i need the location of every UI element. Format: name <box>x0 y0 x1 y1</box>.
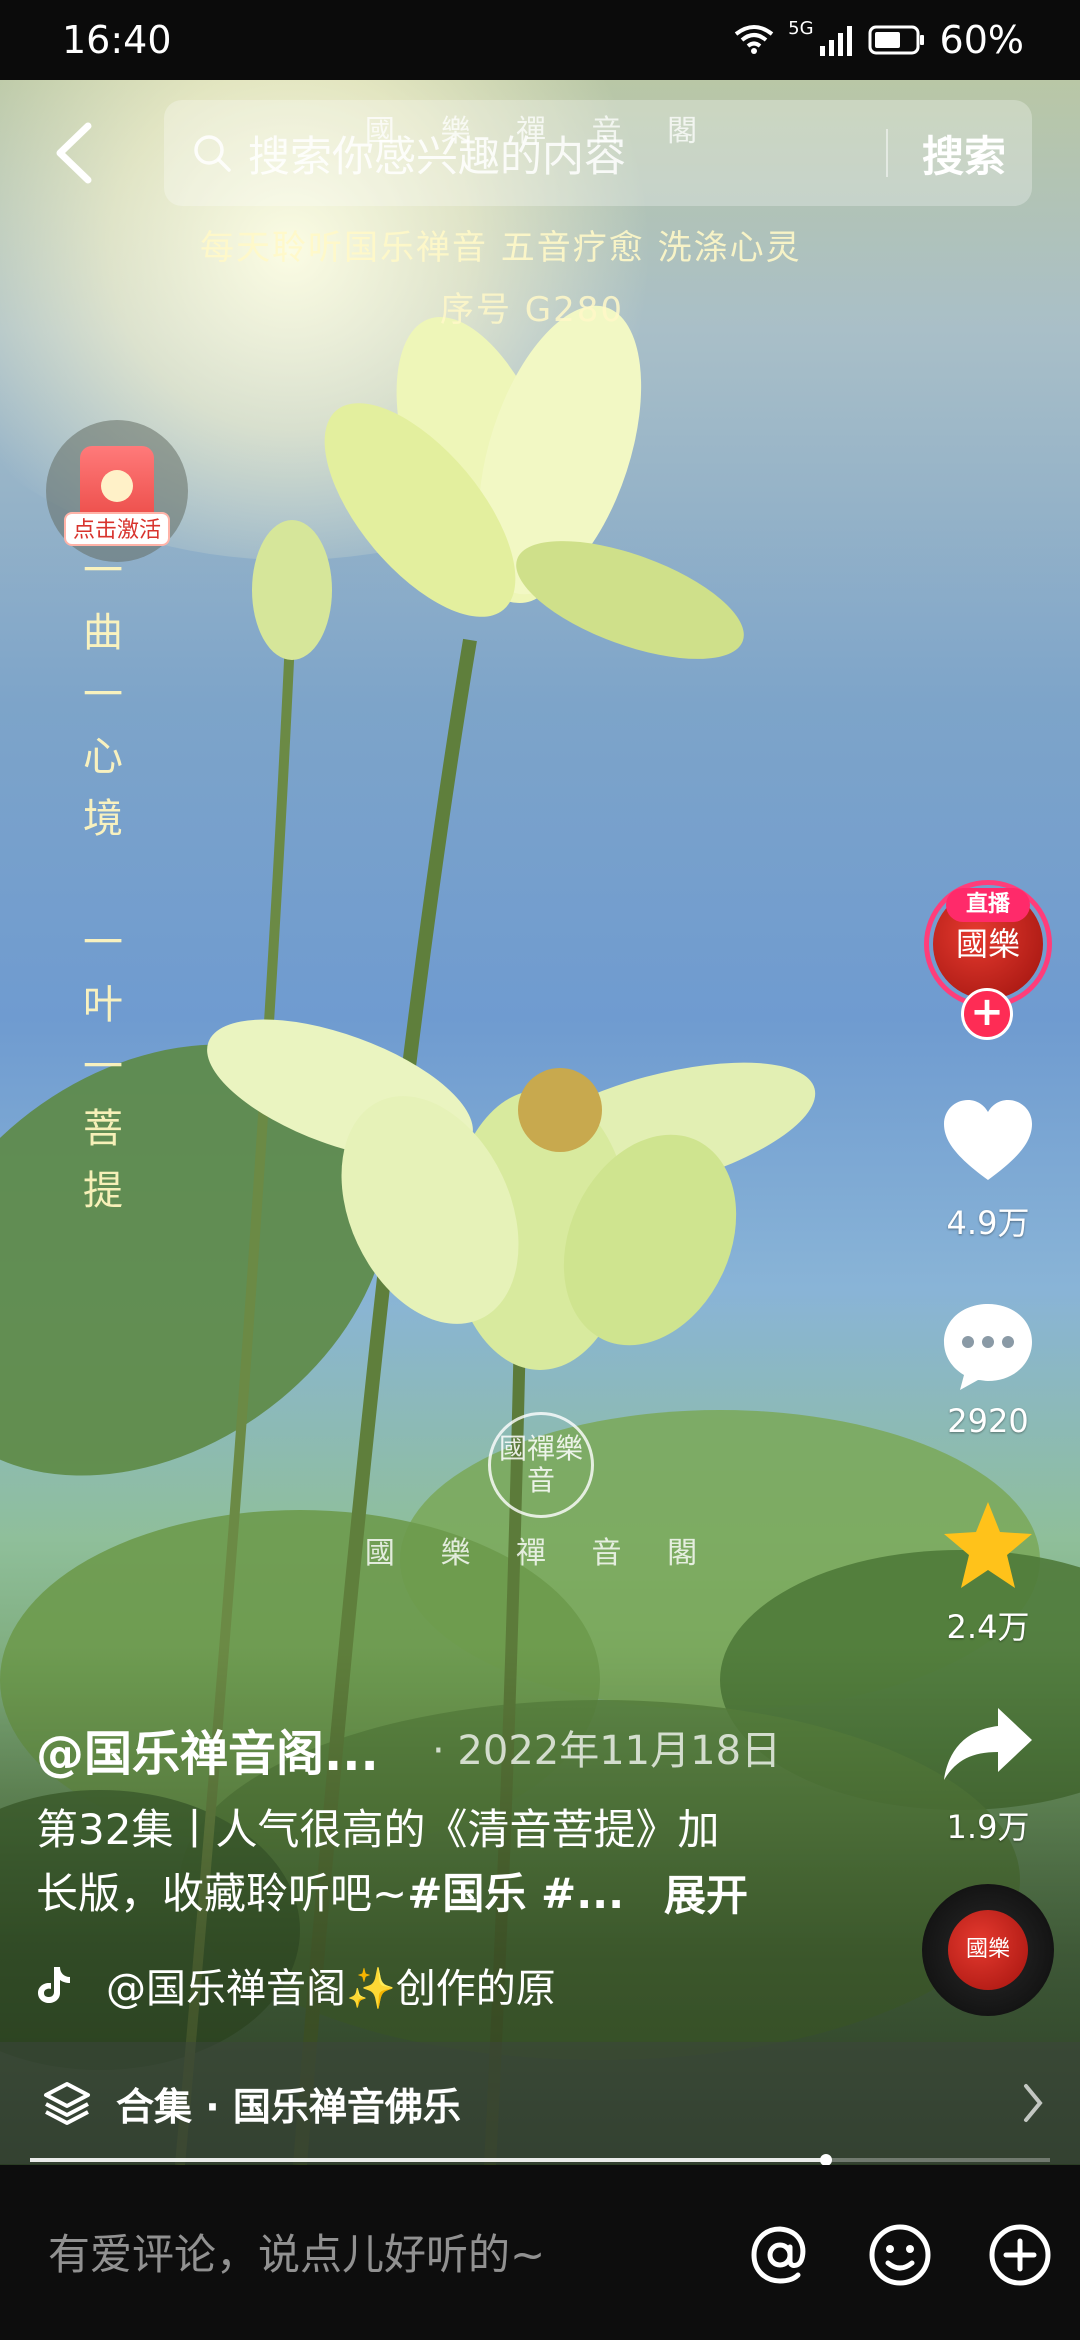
vertical-char: 菩 <box>83 1106 123 1152</box>
search-button[interactable]: 搜索 <box>922 123 1006 184</box>
favorite-count: 2.4万 <box>946 1608 1030 1646</box>
music-disc[interactable]: 國樂 <box>922 1884 1054 2016</box>
coin-icon <box>101 470 133 502</box>
video-progress-bar[interactable] <box>30 2154 1050 2166</box>
music-title: @国乐禅音阁✨创作的原 <box>106 1966 556 2012</box>
music-info[interactable]: @国乐禅音阁✨创作的原 <box>36 1956 556 2014</box>
wifi-icon <box>734 25 774 54</box>
live-badge: 直播 <box>946 888 1030 922</box>
comment-count: 2920 <box>947 1402 1029 1440</box>
search-bar[interactable]: 搜索你感兴趣的内容 搜索 <box>164 100 1032 206</box>
search-input[interactable]: 搜索你感兴趣的内容 <box>248 123 886 184</box>
follow-button[interactable]: + <box>961 988 1013 1040</box>
author-name[interactable]: @国乐禅音阁... <box>36 1714 379 1784</box>
status-indicators: 5G 60% <box>734 18 1024 62</box>
caption-hashtags[interactable]: #国乐 #... <box>407 1869 624 1918</box>
battery-icon <box>868 25 924 55</box>
heart-icon <box>944 1100 1032 1180</box>
watermark-slogan: 每天聆听国乐禅音 五音疗愈 洗涤心灵 <box>200 228 802 268</box>
tiktok-note-icon <box>38 1967 70 2003</box>
share-icon <box>944 1708 1032 1780</box>
vertical-char: 境 <box>83 796 123 842</box>
comment-button[interactable]: 2920 <box>924 1296 1052 1440</box>
comment-icon <box>944 1304 1032 1390</box>
watermark-serial: 序号 G280 <box>440 290 625 330</box>
comment-input[interactable]: 有爱评论，说点儿好听的~ <box>48 2221 545 2282</box>
like-button[interactable]: 4.9万 <box>924 1092 1052 1244</box>
back-icon[interactable] <box>46 118 106 188</box>
vertical-char: 提 <box>83 1168 123 1214</box>
collection-label: 合集 · 国乐禅音佛乐 <box>116 2084 461 2129</box>
vertical-gap <box>78 850 128 912</box>
mention-icon[interactable] <box>746 2221 814 2289</box>
status-time: 16:40 <box>62 18 172 62</box>
emoji-icon[interactable] <box>866 2221 934 2289</box>
watermark-vertical-text: 一 曲 一 心 境 一 叶 一 菩 提 <box>78 540 128 1222</box>
battery-level: 60% <box>939 18 1024 62</box>
music-disc-cover: 國樂 <box>948 1910 1028 1990</box>
expand-button[interactable]: 展开 <box>664 1862 748 1923</box>
progress-fill <box>30 2158 826 2162</box>
activate-red-packet[interactable]: 点击激活 <box>46 420 188 562</box>
collection-bar[interactable]: 合集 · 国乐禅音佛乐 <box>0 2042 1080 2164</box>
layers-icon <box>44 2082 90 2125</box>
favorite-button[interactable]: 2.4万 <box>924 1496 1052 1648</box>
vertical-char: 一 <box>83 672 123 718</box>
activate-label: 点击激活 <box>64 512 170 546</box>
vertical-char: 一 <box>83 1044 123 1090</box>
video-caption: 第32集丨人气很高的《清音菩提》加长版，收藏聆听吧~#国乐 #... <box>36 1798 756 1926</box>
search-icon <box>194 135 231 172</box>
network-type: 5G <box>788 18 814 39</box>
like-count: 4.9万 <box>946 1204 1030 1242</box>
star-icon <box>944 1502 1032 1588</box>
vertical-char: 叶 <box>83 982 123 1028</box>
watermark-seal: 國禪樂音 <box>488 1412 594 1518</box>
vertical-char: 一 <box>83 920 123 966</box>
comment-bar: 有爱评论，说点儿好听的~ <box>0 2165 1080 2340</box>
share-count: 1.9万 <box>946 1808 1030 1846</box>
watermark-bottom: 國 樂 禪 音 閣 <box>364 1536 716 1571</box>
add-icon[interactable] <box>986 2221 1054 2289</box>
signal-icon <box>819 26 852 56</box>
status-bar: 16:40 5G 60% <box>0 0 1080 80</box>
share-button[interactable]: 1.9万 <box>924 1696 1052 1848</box>
vertical-char: 心 <box>83 734 123 780</box>
search-divider <box>885 129 888 177</box>
vertical-char: 曲 <box>83 610 123 656</box>
chevron-right-icon <box>1024 2084 1043 2122</box>
post-date: · 2022年11月18日 <box>432 1728 782 1774</box>
